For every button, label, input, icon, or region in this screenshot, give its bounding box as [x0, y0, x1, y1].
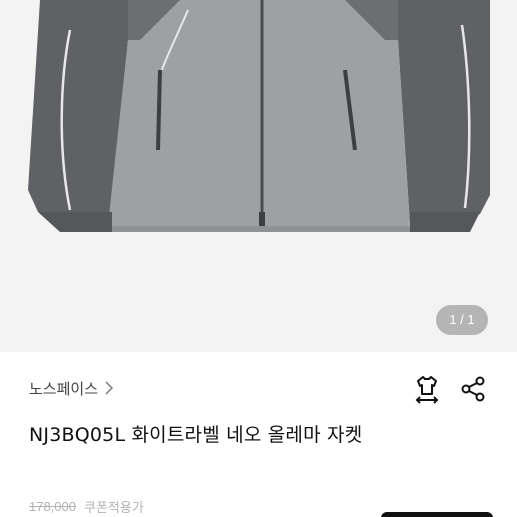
product-title: NJ3BQ05L 화이트라벨 네오 올레마 자켓: [29, 424, 363, 446]
price-row: 178,000 쿠폰적용가: [29, 497, 144, 516]
jacket-image: [28, 0, 490, 232]
bottom-button-edge[interactable]: [381, 512, 493, 517]
size-guide-button[interactable]: [413, 374, 441, 404]
image-counter: 1 / 1: [436, 305, 488, 335]
original-price: 178,000: [29, 499, 76, 514]
share-icon: [461, 376, 485, 402]
product-info: 노스페이스 NJ3BQ05L 화이트라벨 네오 올레마 자켓 178,000 쿠…: [0, 352, 517, 517]
coupon-label: 쿠폰적용가: [84, 501, 144, 516]
shirt-size-icon: [415, 376, 439, 404]
chevron-right-icon: [105, 381, 114, 395]
brand-name: 노스페이스: [29, 379, 99, 398]
share-button[interactable]: [459, 374, 487, 404]
brand-link[interactable]: 노스페이스: [29, 376, 114, 400]
product-actions: [413, 374, 487, 404]
product-image-gallery[interactable]: 1 / 1: [0, 0, 517, 352]
